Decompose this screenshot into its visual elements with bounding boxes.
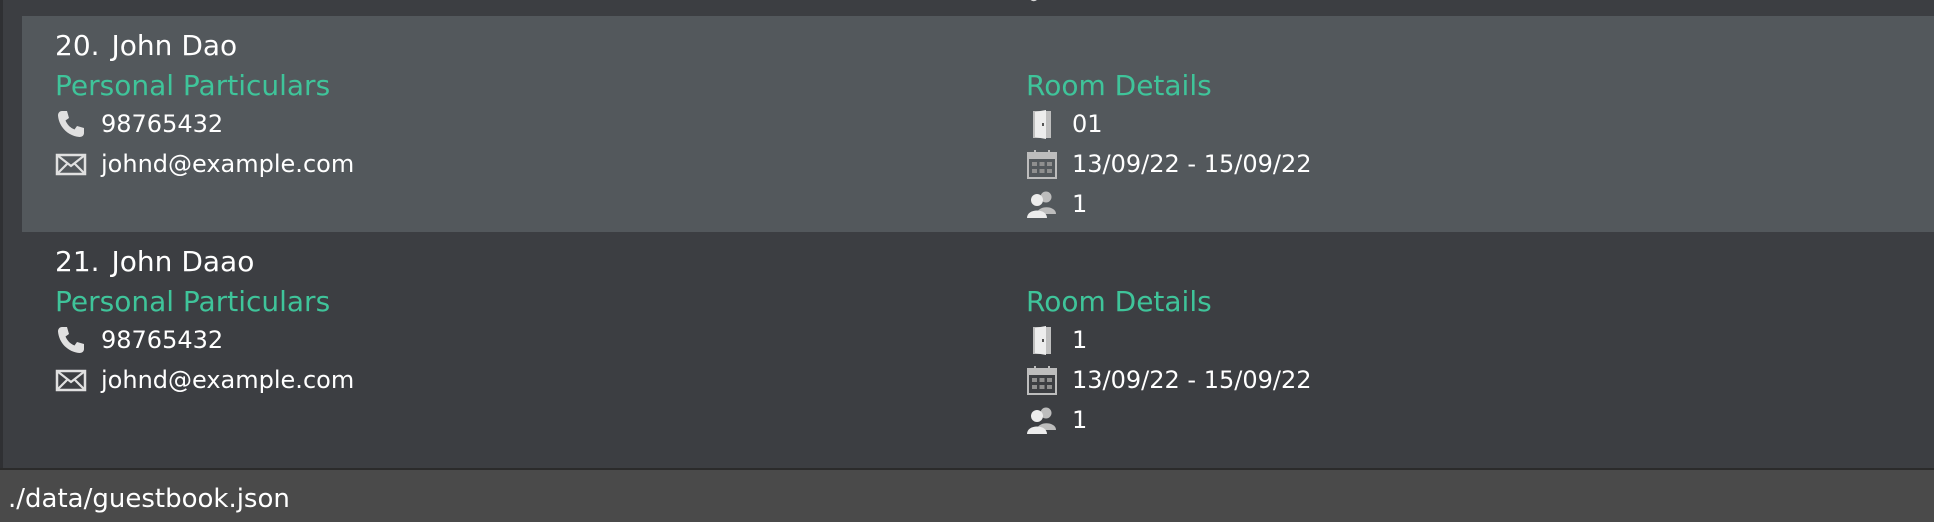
people-icon: [1026, 404, 1058, 436]
room-details-heading: Room Details: [1026, 69, 1212, 102]
room-details-heading: Room Details: [1026, 285, 1212, 318]
dates-row: 13/09/22 - 15/09/22: [1026, 146, 1312, 182]
calendar-icon: [1026, 148, 1058, 180]
data-file-path: ./data/guestbook.json: [8, 484, 290, 514]
room-number: 1: [1072, 326, 1088, 354]
door-icon: [1026, 324, 1058, 356]
room-number: 01: [1072, 110, 1103, 138]
guest-count-row: 1: [1026, 186, 1087, 222]
guest-name: 20. John Dao: [55, 29, 237, 62]
email-row: johnd@example.com: [55, 362, 354, 398]
people-icon: [1024, 0, 1050, 4]
phone-icon: [55, 108, 87, 140]
phone-number: 98765432: [101, 326, 224, 354]
people-icon: [1026, 188, 1058, 220]
email-address: johnd@example.com: [101, 150, 355, 178]
guest-name-text: John Daao: [111, 245, 255, 278]
personal-particulars-heading: Personal Particulars: [55, 285, 331, 318]
calendar-icon: [1026, 364, 1058, 396]
stay-dates: 13/09/22 - 15/09/22: [1072, 150, 1312, 178]
guest-index: 21.: [55, 245, 100, 278]
door-icon: [1026, 108, 1058, 140]
phone-number: 98765432: [101, 110, 224, 138]
guest-count: 1: [1072, 190, 1088, 218]
email-address: johnd@example.com: [101, 366, 355, 394]
previous-card-fragment[interactable]: [22, 0, 1934, 16]
status-bar: ./data/guestbook.json: [0, 468, 1934, 522]
guest-name: 21. John Daao: [55, 245, 254, 278]
envelope-icon: [55, 148, 87, 180]
guest-card[interactable]: 20. John Dao Personal Particulars Room De…: [22, 16, 1934, 232]
guest-count-row: 1: [1026, 402, 1087, 438]
guest-list-panel[interactable]: 20. John Dao Personal Particulars Room De…: [0, 0, 1934, 468]
phone-row: 98765432: [55, 322, 223, 358]
room-row: 1: [1026, 322, 1087, 358]
email-row: johnd@example.com: [55, 146, 354, 182]
guest-index: 20.: [55, 29, 100, 62]
envelope-icon: [55, 364, 87, 396]
room-row: 01: [1026, 106, 1103, 142]
phone-icon: [55, 324, 87, 356]
dates-row: 13/09/22 - 15/09/22: [1026, 362, 1312, 398]
guest-name-text: John Dao: [111, 29, 238, 62]
personal-particulars-heading: Personal Particulars: [55, 69, 331, 102]
stay-dates: 13/09/22 - 15/09/22: [1072, 366, 1312, 394]
guest-count: 1: [1072, 406, 1088, 434]
guest-card[interactable]: 21. John Daao Personal Particulars Room D…: [22, 232, 1934, 448]
phone-row: 98765432: [55, 106, 223, 142]
guest-list[interactable]: 20. John Dao Personal Particulars Room De…: [22, 0, 1934, 468]
